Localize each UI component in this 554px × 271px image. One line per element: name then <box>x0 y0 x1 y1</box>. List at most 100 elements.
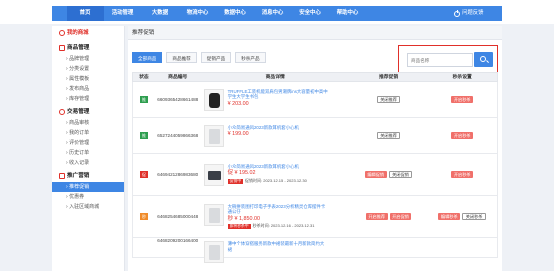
sidebar-item-orders[interactable]: › 我的订单 <box>52 128 124 138</box>
col-details: 商品详情 <box>265 75 285 80</box>
promo-action-button[interactable]: 关闭促销 <box>388 171 413 178</box>
nav-activity[interactable]: 活动管理 <box>104 6 141 21</box>
seckill-action-button[interactable]: 关闭秒杀 <box>462 213 486 220</box>
seckill-actions: 编辑秒杀 关闭秒杀 <box>427 213 497 220</box>
page-title: 推荐促销 <box>128 26 502 40</box>
goods-code: 6468254685000448 <box>157 214 199 219</box>
promo-action-button[interactable]: 开启推荐 <box>365 213 388 220</box>
seckill-action-button[interactable]: 开启秒杀 <box>451 171 474 178</box>
marketing-icon <box>59 173 65 179</box>
sidebar-item-history[interactable]: › 历史订单 <box>52 148 124 158</box>
sidebar-item-promotion[interactable]: › 推荐促销 <box>52 182 124 192</box>
goods-info: 大碗拼装图打印电子手表2023分析精灵仓库摆件卡通公仔秒 ¥ 1,850.00 即… <box>227 204 328 230</box>
goods-name-link[interactable]: TRUFFLE工装机能双肩包男潮牌ins大容量初中高中学生大学生书包 <box>228 89 328 100</box>
table-row: 推 6527244059866368 小众简易通风2023新款耳机套小心机 ¥ 199… <box>132 118 498 154</box>
nav-logistics[interactable]: 物流中心 <box>179 6 216 21</box>
status-cell: 推 <box>133 132 155 139</box>
thumbnail-image <box>208 245 220 260</box>
sidebar-item-template[interactable]: › 属性模板 <box>52 74 124 84</box>
table-body: 推 6609365428661488 TRUFFLE工装机能双肩包男潮牌ins大容量… <box>132 82 498 263</box>
seckill-action-button[interactable]: 开启秒杀 <box>451 96 474 103</box>
sidebar-group-marketing: 推广营销 › 推荐促销 › 优惠券 › 入驻区域商城 <box>52 170 124 212</box>
thumbnail-image <box>208 128 220 144</box>
sidebar-item-comments[interactable]: › 评价管理 <box>52 138 124 148</box>
sidebar-group-goods: 商品管理 › 品牌管理 › 分类设置 › 属性模板 › 发布商品 › 库存管理 <box>52 42 124 104</box>
goods-details: 薄中个体穿搭服务新款中裙装最新十月新款简约大裙 <box>201 238 350 266</box>
seckill-actions: 开启秒杀 <box>427 171 497 178</box>
sidebar-head-goods[interactable]: 商品管理 <box>52 42 124 54</box>
feedback-button[interactable]: 问题反馈 <box>450 6 502 21</box>
main-nav: 首页 活动管理 大数据 物流中心 数据中心 消息中心 安全中心 帮助中心 <box>52 6 502 21</box>
promo-time-text: 秒杀时间: 2023.12.16 - 2023.12.31 <box>252 223 315 229</box>
sidebar-head-label: 交易管理 <box>67 109 90 115</box>
nav-bigdata[interactable]: 大数据 <box>142 6 179 21</box>
goods-thumbnail[interactable] <box>203 88 224 111</box>
sidebar-item-income[interactable]: › 收入记录 <box>52 158 124 168</box>
goods-thumbnail[interactable] <box>203 241 224 263</box>
goods-details: TRUFFLE工装机能双肩包男潮牌ins大容量初中高中学生大学生书包 ¥ 203.… <box>201 86 350 114</box>
sidebar-item-stock[interactable]: › 库存管理 <box>52 94 124 104</box>
sidebar-group-trade: 交易管理 › 商品审核 › 我的订单 › 评价管理 › 历史订单 › 收入记录 <box>52 106 124 168</box>
seckill-action-button[interactable]: 编辑秒杀 <box>438 213 461 220</box>
nav-security[interactable]: 安全中心 <box>292 6 329 21</box>
sidebar-item-coupon[interactable]: › 优惠券 <box>52 192 124 202</box>
goods-thumbnail[interactable] <box>203 124 224 147</box>
status-badge: 推 <box>139 96 148 103</box>
promo-time: 促销中 促销时间: 2023.12.15 - 2023.12.30 <box>227 177 328 184</box>
goods-name-link[interactable]: 小众简易通风2023新款耳机套小心机 <box>228 125 328 131</box>
goods-price: ¥ 203.00 <box>227 100 249 107</box>
promo-action-button[interactable]: 编辑促销 <box>364 171 387 178</box>
sidebar-item-region-mall[interactable]: › 入驻区域商城 <box>52 202 124 212</box>
sidebar-link-label: 我的订单 <box>69 130 90 136</box>
nav-home[interactable]: 首页 <box>66 6 104 21</box>
sidebar-head-trade[interactable]: 交易管理 <box>52 106 124 118</box>
promo-action-button[interactable]: 关闭推荐 <box>376 132 401 139</box>
goods-details: 小众简易通风2023新款耳机套小心机 ¥ 199.00 <box>201 122 350 150</box>
promo-action-button[interactable]: 关闭推荐 <box>376 96 401 103</box>
search-icon-handle <box>485 60 489 64</box>
promo-action-button[interactable]: 开启促销 <box>389 213 412 220</box>
power-icon <box>454 10 460 17</box>
search-input[interactable] <box>407 53 473 67</box>
sidebar-link-label: 评价管理 <box>69 140 90 146</box>
goods-thumbnail[interactable] <box>203 163 224 186</box>
table-row: 秒 6468254685000448 大碗拼装图打印电子手表2023分析精灵仓库摆件… <box>132 196 498 238</box>
goods-name-link[interactable]: 大碗拼装图打印电子手表2023分析精灵仓库摆件卡通公仔 <box>228 204 328 215</box>
goods-price: ¥ 199.00 <box>227 131 249 138</box>
status-cell: 推 <box>133 96 155 103</box>
table-row: 6468209200166400 薄中个体穿搭服务新款中裙装最新十月新款简约大裙 <box>132 238 498 263</box>
goods-info: 小众简易通风2023新款耳机套小心机促 ¥ 195.02 促销中 促销时间: 202… <box>227 164 328 184</box>
thumbnail-image <box>208 207 220 223</box>
goods-details: 小众简易通风2023新款耳机套小心机促 ¥ 195.02 促销中 促销时间: 202… <box>201 161 350 189</box>
promo-time: 即将秒杀中 秒杀时间: 2023.12.16 - 2023.12.31 <box>227 223 328 230</box>
sidebar-item-review[interactable]: › 商品审核 <box>52 118 124 128</box>
nav-messages[interactable]: 消息中心 <box>254 6 291 21</box>
sidebar-link-label: 属性模板 <box>69 76 90 82</box>
nav-data[interactable]: 数据中心 <box>217 6 254 21</box>
sidebar-head-marketing[interactable]: 推广营销 <box>52 170 124 182</box>
sidebar: 我的商城 商品管理 › 品牌管理 › 分类设置 › 属性模板 › 发布商品 › … <box>52 26 125 271</box>
sidebar-item-publish[interactable]: › 发布商品 <box>52 84 124 94</box>
status-cell: 促 <box>133 171 155 178</box>
goods-code: 6469421286983680 <box>157 172 199 177</box>
promo-time-text: 促销时间: 2023.12.15 - 2023.12.30 <box>245 177 307 183</box>
sidebar-item-brand[interactable]: › 品牌管理 <box>52 54 124 64</box>
goods-thumbnail[interactable] <box>203 203 224 226</box>
tab-recommend[interactable]: 商品推荐 <box>166 52 197 63</box>
tab-all[interactable]: 全部商品 <box>132 52 163 63</box>
goods-name-link[interactable]: 薄中个体穿搭服务新款中裙装最新十月新款简约大裙 <box>228 241 328 252</box>
nav-help[interactable]: 帮助中心 <box>329 6 366 21</box>
search-button[interactable] <box>474 52 493 67</box>
main-panel: 推荐促销 全部商品 商品推荐 促销产品 秒杀产品 状态 商品编号 商品详情 推荐… <box>128 26 502 271</box>
thumbnail-image <box>207 170 221 180</box>
sidebar-head-label: 商品管理 <box>67 45 90 51</box>
sidebar-item-category[interactable]: › 分类设置 <box>52 64 124 74</box>
tab-promotion[interactable]: 促销产品 <box>200 52 232 63</box>
col-code: 商品编号 <box>168 75 188 80</box>
sidebar-link-label: 入驻区域商城 <box>69 204 100 210</box>
status-badge: 秒 <box>139 213 148 220</box>
seckill-action-button[interactable]: 开启秒杀 <box>451 132 474 139</box>
sidebar-home[interactable]: 我的商城 <box>52 26 124 40</box>
tab-seckill[interactable]: 秒杀产品 <box>235 52 266 63</box>
goods-name-link[interactable]: 小众简易通风2023新款耳机套小心机 <box>228 164 328 170</box>
